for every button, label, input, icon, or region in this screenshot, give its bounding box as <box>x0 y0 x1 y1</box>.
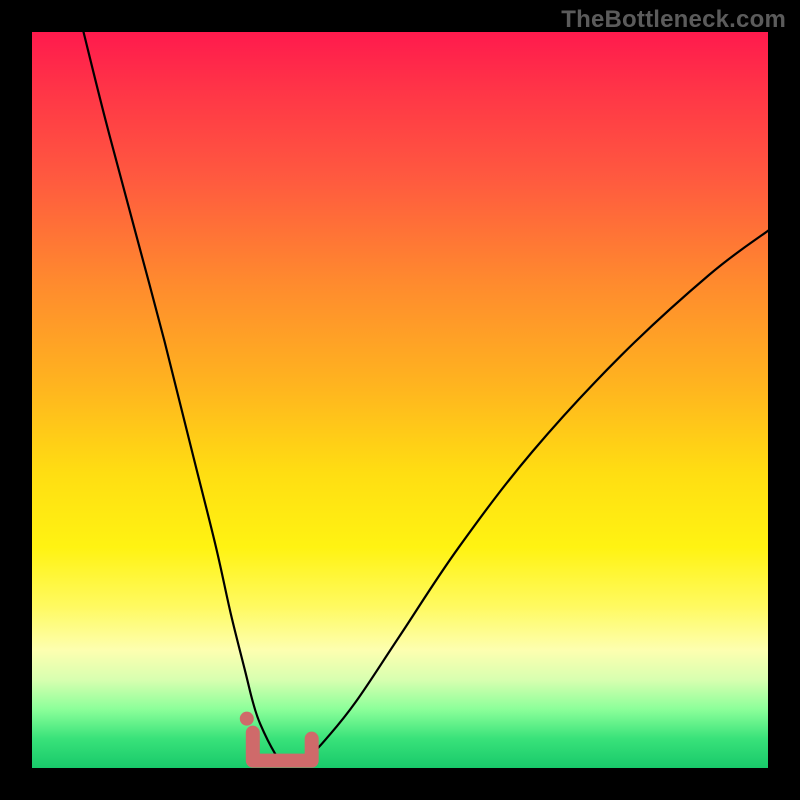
minimum-marker-dot <box>240 712 254 726</box>
plot-area <box>32 32 768 768</box>
curve-path <box>84 32 768 761</box>
watermark-text: TheBottleneck.com <box>561 6 786 34</box>
minimum-marker <box>253 733 312 761</box>
bottleneck-curve <box>32 32 768 768</box>
chart-stage: TheBottleneck.com <box>0 0 800 800</box>
